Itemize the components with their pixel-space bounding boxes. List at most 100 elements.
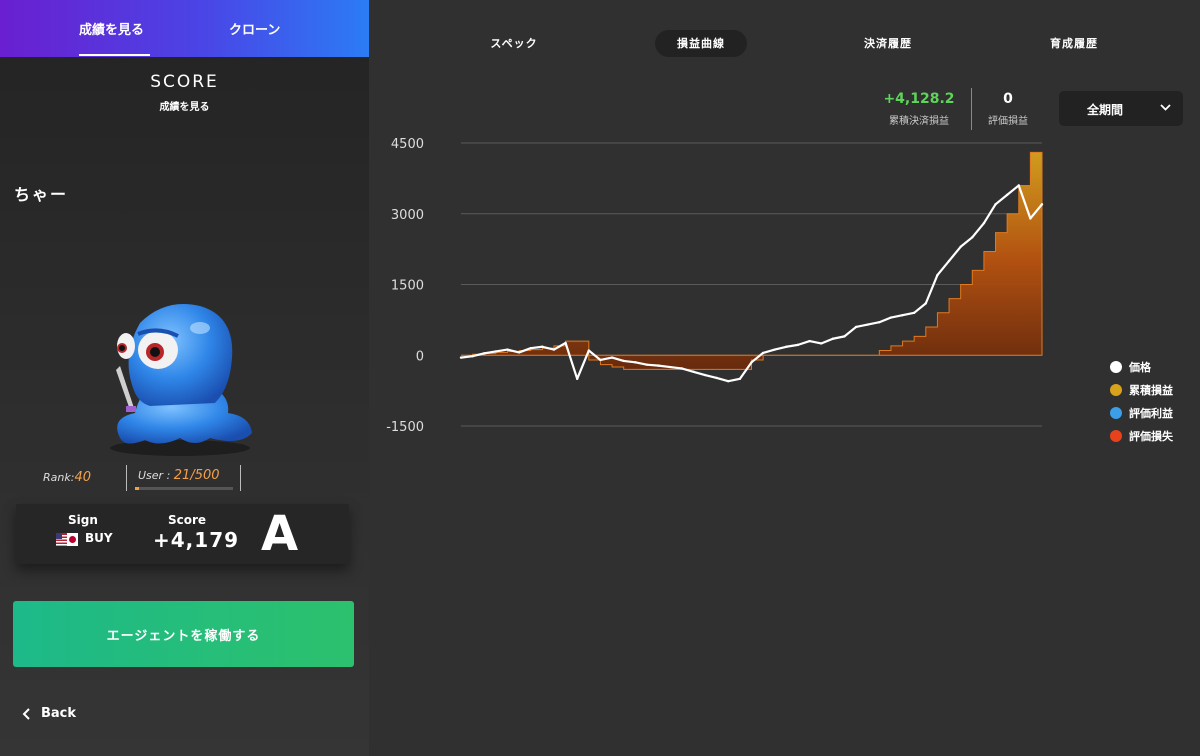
price-point	[494, 350, 498, 353]
legend-label: 価格	[1129, 360, 1151, 374]
period-selected: 全期間	[1087, 103, 1124, 117]
price-point	[564, 341, 567, 345]
tab-pnl-curve[interactable]: 損益曲線	[655, 30, 747, 57]
price-point	[634, 361, 637, 364]
price-point	[831, 337, 835, 340]
price-point	[936, 273, 939, 277]
legend-dot	[1110, 429, 1122, 442]
legend-dot	[1110, 360, 1122, 373]
price-point	[808, 339, 811, 343]
user-value: 21/500	[173, 468, 220, 483]
price-point	[529, 346, 532, 350]
price-point	[947, 259, 951, 263]
price-point	[971, 236, 974, 239]
rank-value: 40	[74, 470, 91, 485]
price-point	[680, 367, 683, 370]
score-value: +4,179	[153, 528, 240, 552]
price-point	[703, 373, 707, 377]
tab-clone[interactable]: クローン	[229, 0, 369, 57]
price-point	[796, 343, 800, 347]
price-point	[924, 302, 927, 305]
price-point	[668, 365, 672, 369]
chart-legend: 価格 累積損益 評価利益 評価損失	[1110, 355, 1173, 447]
sidebar-tabs: 成績を見る クローン	[0, 0, 369, 57]
tab-training-history[interactable]: 育成履歴	[1029, 30, 1119, 57]
legend-label: 評価損失	[1129, 429, 1173, 443]
octopus-mascot-icon	[110, 304, 252, 456]
period-select[interactable]: 全期間	[1059, 91, 1183, 126]
score-title: SCORE	[150, 72, 219, 92]
legend-dot	[1110, 383, 1122, 396]
price-point	[483, 352, 486, 355]
sign-value: BUY	[85, 531, 113, 545]
price-point	[645, 363, 649, 366]
back-label: Back	[41, 706, 77, 721]
rank-label: Rank:	[43, 471, 75, 484]
left-panel: 成績を見る クローン SCORE 成績を見る ちゃー Rank:40 User …	[0, 0, 369, 756]
score-subtitle: 成績を見る	[159, 102, 210, 113]
price-point	[459, 356, 463, 359]
cumulative-pnl-area	[461, 152, 1042, 370]
us-jp-flag-icon	[56, 533, 78, 546]
legend-item-profit: 評価利益	[1110, 401, 1173, 424]
price-point	[750, 361, 753, 364]
price-point	[761, 351, 765, 355]
sign-label: Sign	[68, 513, 98, 527]
price-point	[854, 325, 858, 329]
legend-item-cumulative: 累積損益	[1110, 378, 1173, 401]
price-point	[1005, 193, 1009, 197]
price-point	[657, 364, 660, 367]
y-tick-label: 1500	[391, 279, 424, 294]
user-progress-bar	[135, 487, 233, 490]
score-label: Score	[168, 513, 207, 527]
price-point	[959, 245, 962, 248]
price-point	[576, 377, 579, 381]
price-point	[982, 221, 986, 225]
unrealized-pnl-value: 0	[1003, 91, 1013, 107]
user-count: User : 21/500	[138, 468, 220, 483]
price-point	[889, 316, 893, 319]
price-point	[878, 321, 881, 324]
price-point	[912, 311, 916, 314]
price-point	[622, 359, 625, 363]
user-label: User :	[138, 469, 174, 482]
price-point	[866, 323, 869, 326]
user-count-box: User : 21/500	[126, 465, 241, 491]
tab-settlement-history[interactable]: 決済履歴	[843, 30, 933, 57]
chevron-down-icon	[1160, 104, 1171, 111]
grade-badge: A	[261, 506, 299, 562]
price-point	[506, 348, 509, 351]
y-tick-label: 4500	[391, 137, 424, 152]
pnl-chart: 4500 3000 1500 0 -1500	[386, 137, 1044, 435]
tab-performance[interactable]: 成績を見る	[0, 0, 229, 57]
chevron-left-icon	[22, 707, 30, 720]
price-point	[1029, 217, 1032, 220]
price-point	[994, 203, 997, 206]
legend-dot	[1110, 406, 1122, 419]
price-point	[517, 351, 521, 354]
price-point	[738, 377, 742, 381]
price-point	[843, 335, 846, 338]
legend-label: 累積損益	[1129, 383, 1173, 397]
rank-display: Rank:40	[43, 470, 91, 485]
tab-spec[interactable]: スペック	[473, 30, 555, 57]
y-tick-label: -1500	[386, 420, 424, 435]
price-point	[471, 354, 474, 358]
price-point	[820, 342, 823, 345]
back-link[interactable]: Back	[22, 706, 76, 721]
agent-name: ちゃー	[14, 185, 69, 204]
legend-label: 評価利益	[1129, 406, 1173, 420]
y-tick-label: 0	[416, 349, 424, 364]
run-agent-button[interactable]: エージェントを稼働する	[13, 601, 354, 667]
price-point	[785, 345, 788, 348]
price-point	[715, 376, 718, 380]
legend-item-loss: 評価損失	[1110, 424, 1173, 447]
legend-item-price: 価格	[1110, 355, 1173, 378]
price-point	[552, 348, 556, 351]
y-tick-label: 3000	[391, 208, 424, 223]
price-point	[541, 345, 544, 348]
price-point	[727, 379, 730, 383]
score-card: Sign BUY Score +4,179 A	[16, 504, 349, 564]
content-tabs: スペック 損益曲線 決済履歴 育成履歴	[369, 30, 1200, 58]
price-point	[1017, 184, 1020, 187]
